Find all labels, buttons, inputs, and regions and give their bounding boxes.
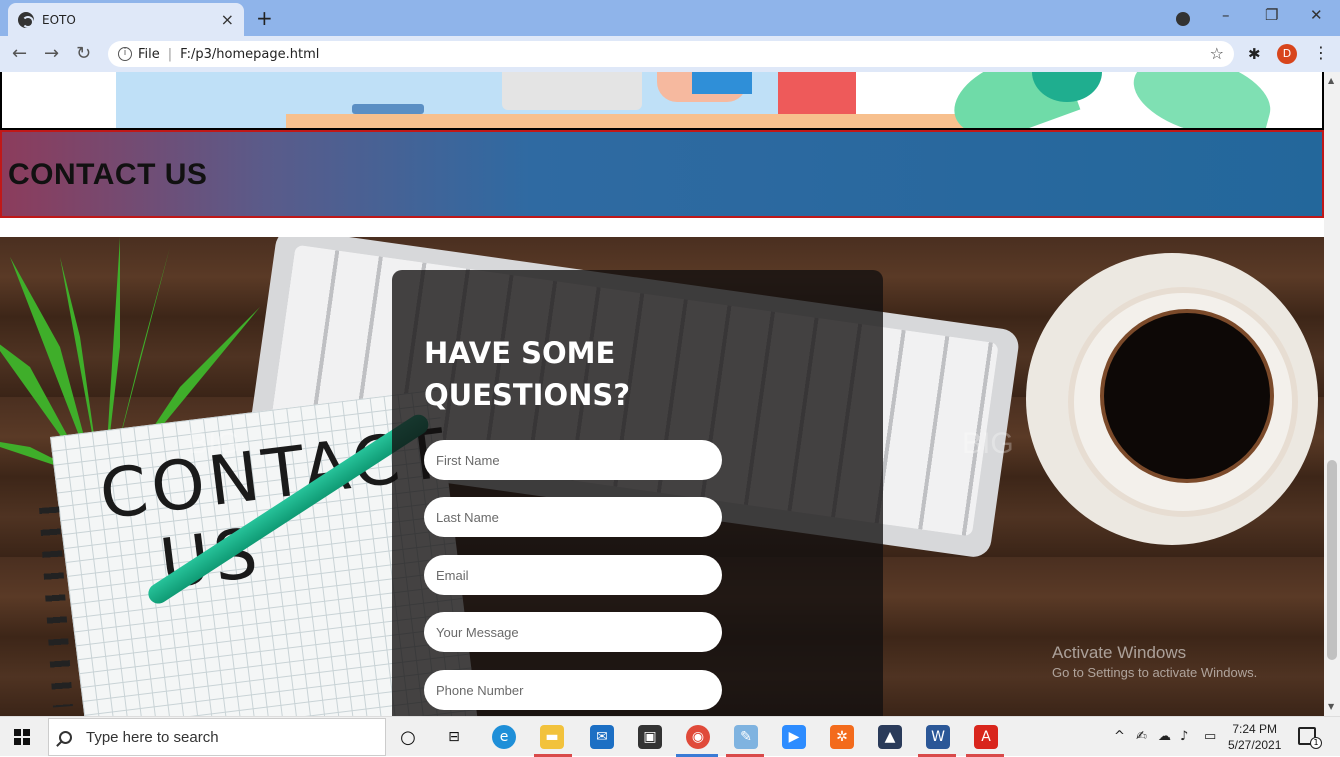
scroll-up-arrow-icon[interactable]: ▲	[1328, 76, 1334, 85]
phone-number-input[interactable]	[424, 670, 722, 710]
task-view-icon[interactable]: ⊟	[442, 725, 466, 749]
reload-icon[interactable]: ↻	[76, 43, 91, 64]
windows-taskbar: Type here to search ○ ⊟ e ▬ ✉ ▣ ◉ ✎ ▶ ✲ …	[0, 716, 1340, 757]
tab-title: EOTO	[42, 12, 76, 27]
activate-windows-watermark: Activate Windows Go to Settings to activ…	[1052, 643, 1257, 680]
volume-icon[interactable]: ♪	[1180, 729, 1188, 744]
hero-shirt	[692, 72, 752, 94]
clock-time: 7:24 PM	[1232, 722, 1278, 736]
minimize-button[interactable]: –	[1222, 6, 1230, 24]
bookmark-star-icon[interactable]: ☆	[1210, 44, 1224, 63]
edge-icon[interactable]: e	[492, 725, 516, 749]
taskbar-search-placeholder: Type here to search	[86, 728, 219, 746]
search-icon	[59, 730, 72, 744]
hero-monitor	[352, 104, 424, 114]
first-name-input[interactable]	[424, 440, 722, 480]
page-viewport: CONTACT US CONTACT US BIG BIG HAVE SOME …	[0, 72, 1324, 716]
notepad-icon[interactable]: ✎	[734, 725, 758, 749]
form-heading: HAVE SOME QUESTIONS?	[424, 336, 631, 412]
last-name-input[interactable]	[424, 497, 722, 537]
email-input[interactable]	[424, 555, 722, 595]
mail-icon[interactable]: ✉	[590, 725, 614, 749]
url-scheme: File	[138, 46, 160, 62]
zoom-icon[interactable]: ▶	[782, 725, 806, 749]
contact-background-photo: CONTACT US BIG BIG HAVE SOME QUESTIONS? …	[0, 237, 1324, 716]
hero-illustration	[0, 72, 1324, 130]
word-icon[interactable]: W	[926, 725, 950, 749]
new-tab-button[interactable]: +	[256, 6, 273, 30]
site-info-icon[interactable]: i	[118, 47, 132, 61]
url-text: F:/p3/homepage.html	[180, 46, 320, 62]
acrobat-icon[interactable]: A	[974, 725, 998, 749]
onedrive-cloud-icon[interactable]: ☁	[1158, 729, 1171, 744]
chrome-icon[interactable]: ◉	[686, 725, 710, 749]
windows-start-icon[interactable]	[14, 729, 30, 745]
scrollbar-thumb[interactable]	[1327, 460, 1337, 660]
contact-banner: CONTACT US	[0, 130, 1324, 218]
contact-heading: CONTACT US	[8, 158, 208, 191]
hero-red-panel	[778, 72, 856, 114]
cortana-icon[interactable]: ○	[396, 725, 420, 749]
profile-avatar[interactable]: D	[1277, 44, 1297, 64]
close-window-button[interactable]: ✕	[1310, 6, 1323, 24]
page-favicon-icon	[18, 11, 34, 28]
system-clock[interactable]: 7:24 PM 5/27/2021	[1228, 721, 1281, 753]
battery-icon[interactable]: ▭	[1204, 729, 1216, 744]
hero-leaf	[1125, 72, 1279, 128]
tab-search-icon[interactable]	[1176, 12, 1190, 26]
taskbar-search-box[interactable]: Type here to search	[48, 718, 386, 756]
watermark-text: BIG	[188, 427, 240, 460]
scroll-down-arrow-icon[interactable]: ▼	[1328, 702, 1334, 711]
photos-icon[interactable]: ▲	[878, 725, 902, 749]
browser-tab[interactable]: EOTO ×	[8, 3, 244, 36]
tab-strip: EOTO × + – ❐ ✕	[0, 0, 1340, 36]
restore-button[interactable]: ❐	[1265, 6, 1278, 24]
file-explorer-icon[interactable]: ▬	[540, 725, 564, 749]
watermark-text: BIG	[962, 427, 1014, 460]
notification-count: 1	[1310, 737, 1322, 749]
message-input[interactable]	[424, 612, 722, 652]
forward-arrow-icon[interactable]: →	[44, 43, 59, 64]
browser-toolbar: ← → ↻ i File | F:/p3/homepage.html ☆	[0, 36, 1340, 72]
url-separator: |	[167, 46, 173, 62]
coffee-image	[1104, 313, 1270, 479]
extensions-puzzle-icon[interactable]: ✱	[1248, 45, 1261, 63]
hero-laptop	[502, 72, 642, 110]
store-icon[interactable]: ▣	[638, 725, 662, 749]
xampp-icon[interactable]: ✲	[830, 725, 854, 749]
page-scrollbar[interactable]: ▲ ▼	[1324, 72, 1340, 716]
contact-form-panel: HAVE SOME QUESTIONS?	[392, 270, 883, 716]
back-arrow-icon[interactable]: ←	[12, 43, 27, 64]
address-bar[interactable]: i File | F:/p3/homepage.html ☆	[108, 41, 1234, 67]
activate-windows-title: Activate Windows	[1052, 643, 1187, 662]
action-center-icon[interactable]: 1	[1298, 727, 1322, 749]
browser-menu-icon[interactable]: ⋮	[1313, 43, 1329, 62]
pen-workspace-icon[interactable]: ✍	[1136, 729, 1147, 744]
clock-date: 5/27/2021	[1228, 738, 1282, 752]
hero-desk	[286, 114, 976, 128]
close-tab-icon[interactable]: ×	[221, 10, 234, 29]
show-hidden-icons-chevron-icon[interactable]: ^	[1114, 729, 1125, 744]
activate-windows-subtitle: Go to Settings to activate Windows.	[1052, 665, 1258, 680]
